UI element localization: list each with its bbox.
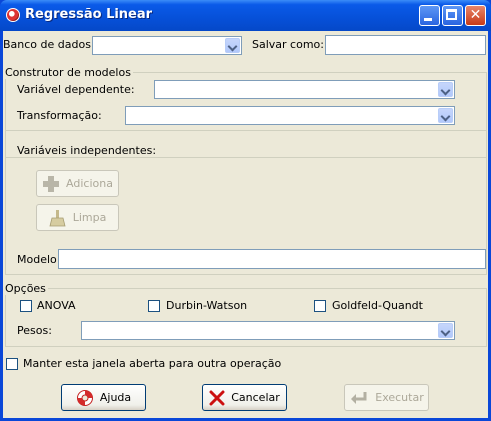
execute-button[interactable]: Executar: [344, 384, 429, 411]
execute-button-label: Executar: [375, 391, 424, 404]
model-label: Modelo:: [17, 253, 61, 266]
close-icon: ✕: [469, 7, 482, 23]
transform-dropdown[interactable]: [125, 106, 455, 125]
cancel-button[interactable]: Cancelar: [202, 384, 287, 411]
maximize-button[interactable]: [442, 5, 463, 26]
help-button-label: Ajuda: [99, 391, 132, 404]
indep-vars-label: Variáveis independentes:: [17, 144, 157, 157]
anova-checkbox[interactable]: [20, 300, 32, 312]
clear-button-label: Limpa: [72, 211, 107, 224]
keep-open-checkbox[interactable]: [6, 358, 18, 370]
durbin-watson-label: Durbin-Watson: [166, 299, 248, 312]
options-label: Opções: [5, 282, 48, 295]
add-button[interactable]: Adiciona: [36, 170, 119, 197]
plus-icon: [43, 175, 60, 192]
minimize-button[interactable]: [419, 5, 440, 26]
cancel-button-label: Cancelar: [231, 391, 280, 404]
dialog-window: Regressão Linear ✕ Banco de dados: Salva…: [0, 0, 491, 421]
title-bar[interactable]: Regressão Linear ✕: [0, 0, 491, 31]
keep-open-label: Manter esta janela aberta para outra ope…: [23, 357, 282, 370]
model-builder-label: Construtor de modelos: [5, 66, 133, 79]
x-icon: [209, 390, 225, 405]
separator: [6, 130, 486, 131]
help-button[interactable]: Ajuda: [61, 384, 146, 411]
salvar-input[interactable]: [325, 35, 486, 55]
dialog-body: Banco de dados: Salvar como: Construtor …: [3, 31, 488, 418]
separator: [6, 157, 486, 158]
chevron-down-icon[interactable]: [438, 108, 453, 123]
transform-label: Transformação:: [17, 109, 102, 122]
pesos-label: Pesos:: [17, 324, 52, 337]
close-button[interactable]: ✕: [465, 5, 486, 26]
dep-var-label: Variável dependente:: [17, 83, 135, 96]
banco-dropdown[interactable]: [92, 36, 242, 55]
banco-label: Banco de dados:: [3, 38, 95, 51]
durbin-watson-checkbox[interactable]: [148, 300, 160, 312]
model-input[interactable]: [58, 249, 486, 269]
dep-var-dropdown[interactable]: [154, 80, 455, 99]
broom-icon: [49, 209, 66, 226]
goldfeld-quandt-label: Goldfeld-Quandt: [332, 299, 423, 312]
lifebuoy-icon: [76, 389, 93, 406]
anova-label: ANOVA: [37, 299, 76, 312]
goldfeld-quandt-checkbox[interactable]: [314, 300, 326, 312]
enter-arrow-icon: [351, 391, 367, 404]
clear-button[interactable]: Limpa: [36, 204, 119, 231]
chevron-down-icon[interactable]: [225, 38, 240, 53]
chevron-down-icon[interactable]: [438, 82, 453, 97]
chevron-down-icon[interactable]: [438, 323, 453, 338]
app-icon: [6, 8, 20, 22]
window-title: Regressão Linear: [25, 7, 153, 22]
pesos-dropdown[interactable]: [81, 321, 455, 340]
add-button-label: Adiciona: [66, 177, 113, 190]
salvar-label: Salvar como:: [252, 38, 324, 51]
